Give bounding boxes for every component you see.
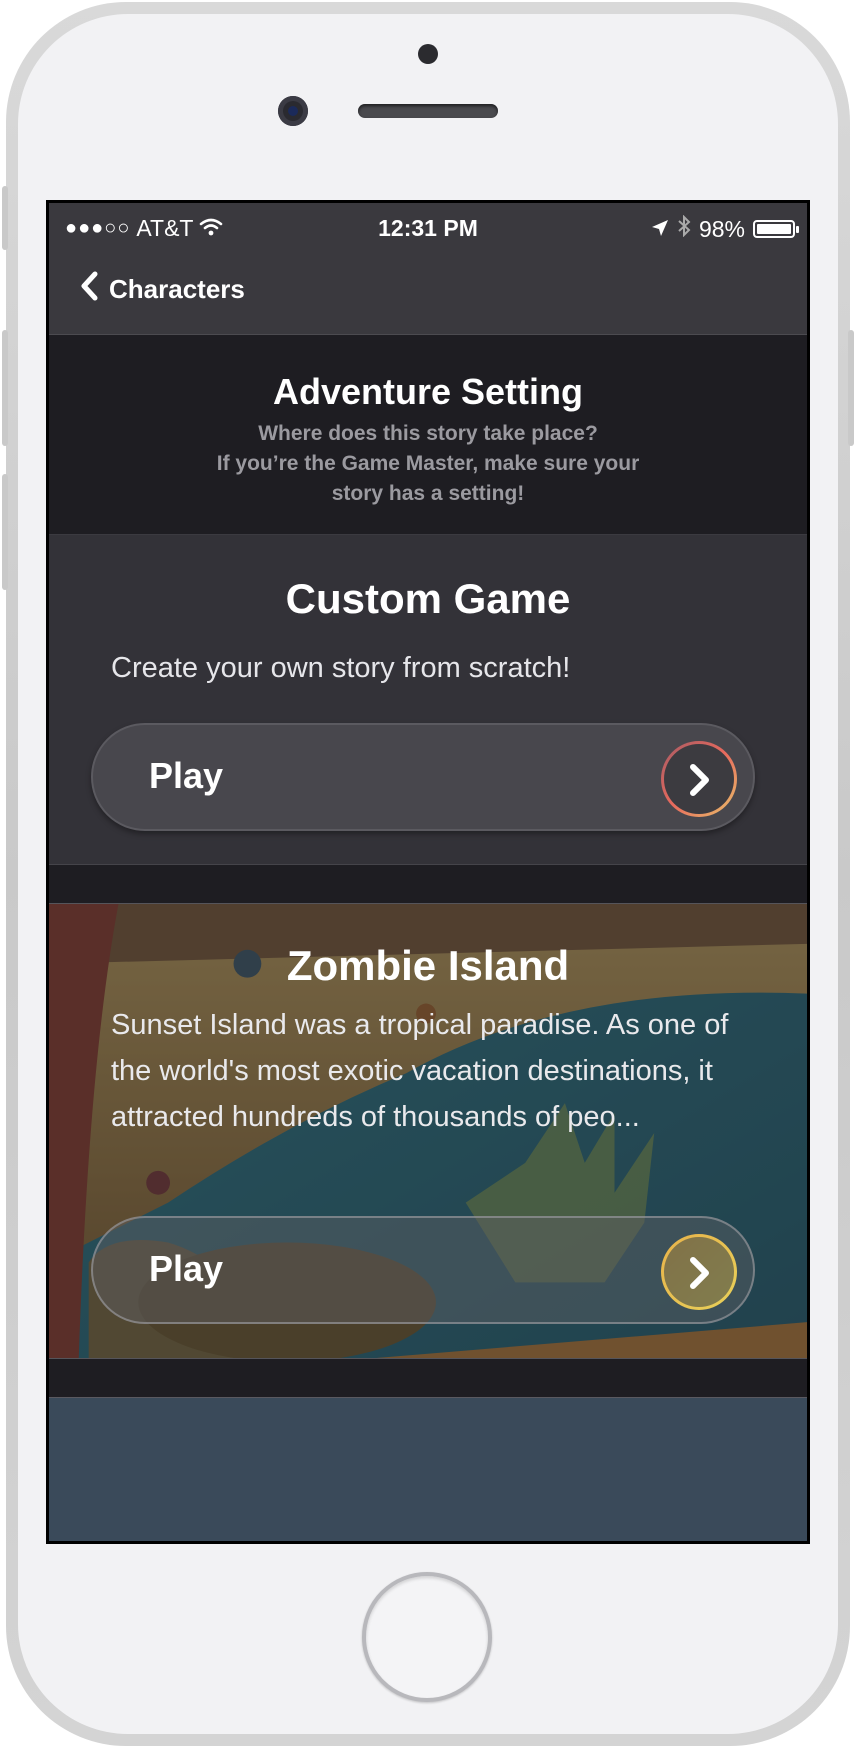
page-subtitle: Where does this story take place? If you…: [49, 419, 807, 509]
back-button-label: Characters: [109, 274, 245, 304]
power-button: [848, 330, 854, 446]
chevron-right-icon: [661, 741, 737, 817]
card-divider: [49, 1359, 807, 1397]
chevron-right-icon: [661, 1234, 737, 1310]
zombie-card-content: Zombie Island Sunset Island was a tropic…: [49, 904, 807, 1358]
app-screen: ●●●○○ AT&T 12:31 PM 98% Characters Adven…: [46, 200, 810, 1544]
page-header: Adventure Setting Where does this story …: [49, 335, 807, 535]
setting-card-next-preview[interactable]: [49, 1397, 807, 1541]
status-right: 98%: [651, 214, 799, 243]
volume-down-button: [2, 474, 8, 590]
home-button[interactable]: [362, 1572, 492, 1702]
battery-icon: [753, 220, 799, 238]
proximity-sensor: [418, 44, 438, 64]
location-arrow-icon: [651, 216, 669, 243]
mute-switch: [2, 186, 8, 250]
subtitle-line: story has a setting!: [331, 482, 525, 505]
play-button[interactable]: Play: [91, 723, 755, 831]
setting-description: Sunset Island was a tropical paradise. A…: [111, 1009, 729, 1133]
card-divider: [49, 865, 807, 903]
battery-percent: 98%: [698, 215, 745, 242]
setting-title: Custom Game: [285, 575, 571, 622]
setting-title: Zombie Island: [286, 942, 570, 989]
setting-description: Create your own story from scratch!: [111, 652, 571, 684]
subtitle-line: If you’re the Game Master, make sure you…: [216, 452, 640, 475]
earpiece-speaker: [358, 104, 498, 118]
status-bar: ●●●○○ AT&T 12:31 PM 98%: [49, 203, 807, 249]
chevron-left-icon: [79, 271, 101, 308]
bluetooth-icon: [677, 214, 691, 243]
play-button-label: Play: [149, 755, 224, 796]
volume-up-button: [2, 330, 8, 446]
play-button[interactable]: Play: [91, 1216, 755, 1324]
navigation-bar: Characters: [49, 249, 807, 335]
back-button[interactable]: Characters: [79, 271, 245, 308]
page-title: Adventure Setting: [272, 371, 584, 412]
setting-card-zombie-island: Zombie Island Sunset Island was a tropic…: [49, 903, 807, 1359]
front-camera-icon: [278, 96, 308, 126]
play-button-label: Play: [149, 1248, 224, 1289]
setting-card-custom-game: Custom Game Create your own story from s…: [49, 535, 807, 865]
subtitle-line: Where does this story take place?: [258, 422, 598, 445]
